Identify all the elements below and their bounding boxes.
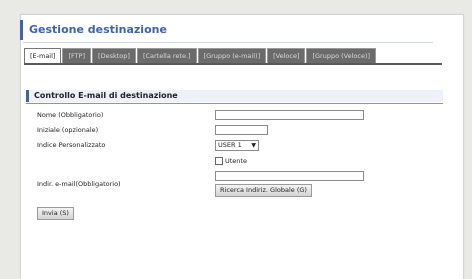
section-divider <box>26 103 443 104</box>
tab-ftp[interactable]: [FTP] <box>62 48 92 63</box>
section-header: Controllo E-mail di destinazione <box>26 90 443 102</box>
page-header: Gestione destinazione <box>20 20 433 43</box>
section-title: Controllo E-mail di destinazione <box>34 91 178 100</box>
user-checkbox[interactable] <box>215 157 223 165</box>
global-search-button[interactable]: Ricerca Indiriz. Globale (G) <box>215 184 312 197</box>
send-button[interactable]: Invia (S) <box>37 207 74 220</box>
title-divider <box>23 42 433 43</box>
tab-desktop[interactable]: [Desktop] <box>92 48 136 63</box>
index-select-value: USER 1 <box>218 141 242 149</box>
index-select[interactable]: USER 1 ▼ <box>215 140 259 151</box>
email-label: Indir. e-mail(Obbligatorio) <box>37 180 121 188</box>
tab-speed[interactable]: [Veloce] <box>267 48 306 63</box>
tab-group-email[interactable]: [Gruppo (e-mail)] <box>197 48 267 63</box>
name-field[interactable] <box>215 110 364 120</box>
initial-field[interactable] <box>215 125 268 135</box>
tabs-underline <box>24 63 442 65</box>
tab-network-folder[interactable]: [Cartella rete.] <box>136 48 197 63</box>
tab-email[interactable]: [E-mail] <box>24 48 62 63</box>
destination-tabs: [E-mail] [FTP] [Desktop] [Cartella rete.… <box>24 48 377 64</box>
user-checkbox-row: Utente <box>215 157 247 165</box>
name-label: Nome (Obbligatorio) <box>37 111 104 119</box>
chevron-down-icon: ▼ <box>251 142 256 149</box>
page-title: Gestione destinazione <box>29 23 167 36</box>
tab-group-speed[interactable]: [Gruppo (Veloce)] <box>306 48 377 63</box>
email-field[interactable] <box>215 171 364 181</box>
user-checkbox-label: Utente <box>225 157 247 165</box>
index-label: Indice Personalizzato <box>37 141 106 149</box>
initial-label: Iniziale (opzionale) <box>37 126 99 134</box>
